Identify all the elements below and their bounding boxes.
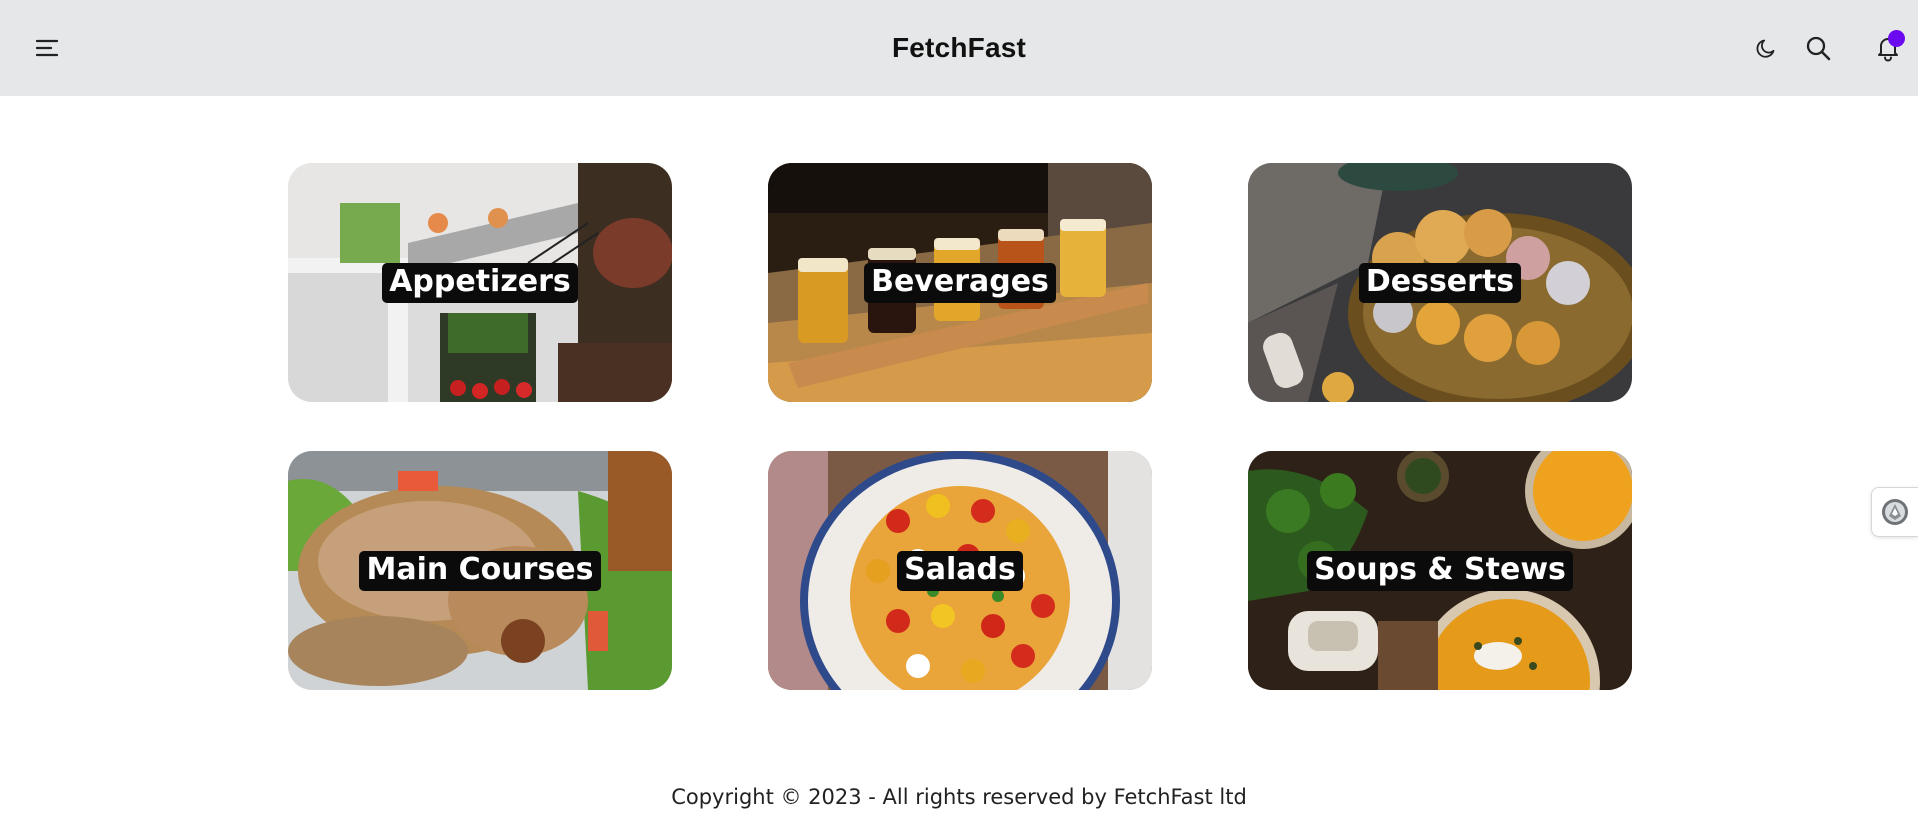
moon-icon [1756,39,1775,58]
side-widget-button[interactable] [1871,487,1918,537]
category-card-soups-stews[interactable]: Soups & Stews [1248,451,1632,690]
category-label: Appetizers [382,262,578,303]
copyright-text: Copyright © 2023 - All rights reserved b… [671,785,1247,809]
search-icon [1806,36,1831,61]
category-label: Main Courses [359,550,601,591]
search-button[interactable] [1800,30,1836,66]
category-card-desserts[interactable]: Desserts [1248,163,1632,402]
theme-toggle-button[interactable] [1748,30,1784,66]
menu-button[interactable] [30,30,66,66]
category-card-appetizers[interactable]: Appetizers [288,163,672,402]
category-label: Salads [897,550,1023,591]
category-label: Soups & Stews [1307,550,1573,591]
category-card-salads[interactable]: Salads [768,451,1152,690]
assistant-icon [1882,499,1908,525]
category-card-beverages[interactable]: Beverages [768,163,1152,402]
brand-title[interactable]: FetchFast [892,32,1026,64]
category-label: Desserts [1358,262,1522,303]
notification-badge [1888,30,1905,47]
menu-icon [35,39,59,57]
category-card-main-courses[interactable]: Main Courses [288,451,672,690]
notifications-button[interactable] [1870,30,1906,66]
navbar: FetchFast [0,0,1918,96]
category-label: Beverages [864,262,1056,303]
category-grid: Appetizers Beverages Desserts Main Cours… [0,0,1918,829]
footer: Copyright © 2023 - All rights reserved b… [0,785,1918,809]
